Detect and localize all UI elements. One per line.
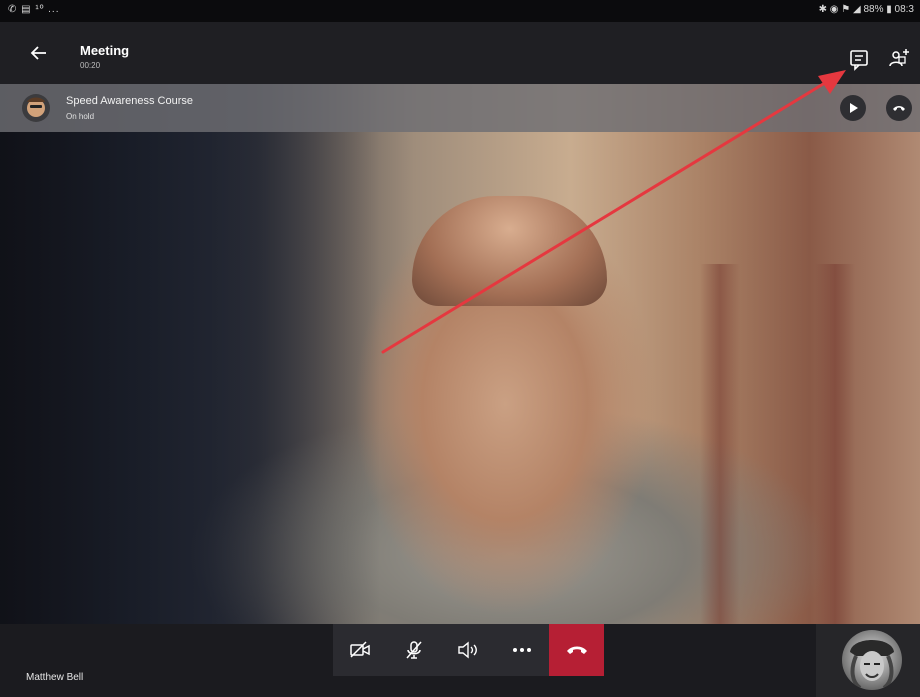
hang-up-icon <box>566 646 587 654</box>
add-people-button[interactable] <box>886 46 912 72</box>
participant-name: Matthew Bell <box>26 672 84 683</box>
back-arrow-icon <box>30 46 46 60</box>
meeting-title: Meeting <box>80 43 130 58</box>
hold-call-avatar <box>22 94 50 122</box>
status-left-icons: ✆ ▤ ¹º ... <box>8 4 60 15</box>
hold-call-status: On hold <box>66 112 95 121</box>
video-background-curtain <box>700 264 740 624</box>
add-people-icon <box>889 49 909 67</box>
avatar-face-icon <box>27 97 45 117</box>
back-button[interactable] <box>26 40 52 66</box>
call-control-bar: Matthew Bell <box>0 624 920 697</box>
more-icon <box>513 648 531 652</box>
video-background-curtain <box>815 264 855 624</box>
meeting-timer: 00:20 <box>80 61 101 70</box>
avatar-portrait-icon <box>850 640 894 690</box>
hang-up-icon <box>893 106 905 111</box>
camera-off-icon <box>350 641 370 658</box>
call-controls <box>333 624 604 676</box>
end-held-call-button[interactable] <box>886 95 912 121</box>
remote-video-feed <box>0 84 920 624</box>
mic-toggle-button[interactable] <box>387 624 441 676</box>
more-options-button[interactable] <box>495 624 549 676</box>
mic-off-icon <box>406 641 422 659</box>
chat-button[interactable] <box>846 46 872 72</box>
on-hold-banner[interactable]: Speed Awareness Course On hold <box>0 84 920 132</box>
hold-call-name: Speed Awareness Course <box>66 95 193 107</box>
status-right-info: ✱ ◉ ⚑ ◢ 88% ▮ 08:3 <box>818 4 914 15</box>
system-status-bar: ✆ ▤ ¹º ... ✱ ◉ ⚑ ◢ 88% ▮ 08:3 <box>0 0 920 22</box>
speaker-button[interactable] <box>441 624 495 676</box>
resume-call-button[interactable] <box>840 95 866 121</box>
speaker-icon <box>458 641 477 659</box>
chat-icon <box>850 50 868 71</box>
self-view-tile[interactable] <box>816 624 920 697</box>
video-subject-head <box>412 196 607 306</box>
camera-toggle-button[interactable] <box>333 624 387 676</box>
end-call-button[interactable] <box>549 624 604 676</box>
video-foreground-blur <box>0 84 380 624</box>
self-avatar <box>842 630 902 690</box>
play-icon <box>850 103 858 113</box>
meeting-header: Meeting 00:20 <box>0 22 920 84</box>
